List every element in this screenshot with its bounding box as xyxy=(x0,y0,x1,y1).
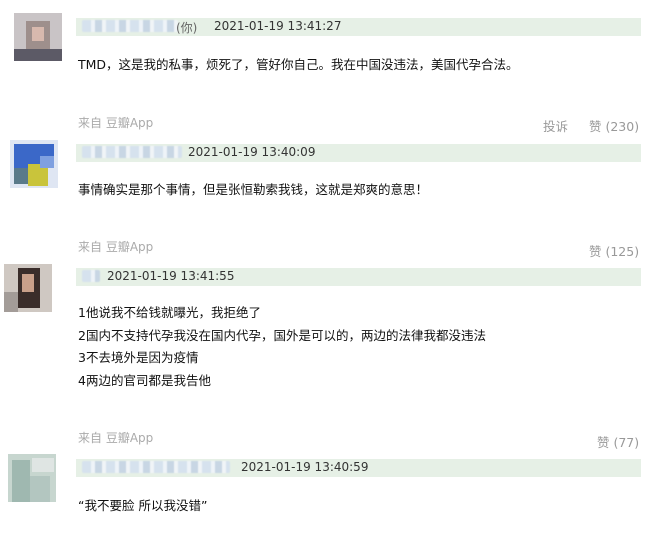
comment-source: 来自 豆瓣App xyxy=(78,116,154,130)
comment-text: “我不要脸 所以我没错” xyxy=(78,498,208,513)
comment-text-line: 1他说我不给钱就曝光，我拒绝了 xyxy=(78,305,261,320)
comment-text-line: 4两边的官司都是我告他 xyxy=(78,373,211,388)
username-blurred[interactable] xyxy=(82,20,178,32)
avatar[interactable] xyxy=(10,140,58,188)
comment-source: 来自 豆瓣App xyxy=(78,431,154,445)
comment-1: (你) 2021-01-19 13:41:27 TMD，这是我的私事，烦死了，管… xyxy=(0,0,645,134)
like-button[interactable]: 赞 (230) xyxy=(589,116,639,135)
username-blurred[interactable] xyxy=(82,270,100,282)
like-button[interactable]: 赞 (125) xyxy=(589,241,639,260)
like-button[interactable]: 赞 (77) xyxy=(597,432,639,451)
avatar[interactable] xyxy=(8,454,56,502)
comment-source: 来自 豆瓣App xyxy=(78,240,154,254)
avatar[interactable] xyxy=(14,13,62,61)
comment-time: 2021-01-19 13:40:59 xyxy=(241,460,369,474)
comment-time: 2021-01-19 13:41:55 xyxy=(107,269,235,283)
comment-text: 事情确实是那个事情，但是张恒勒索我钱，这就是郑爽的意思！ xyxy=(78,182,429,197)
comment-time: 2021-01-19 13:40:09 xyxy=(188,145,316,159)
report-button[interactable]: 投诉 xyxy=(543,116,568,135)
you-tag: (你) xyxy=(176,21,198,35)
comment-time: 2021-01-19 13:41:27 xyxy=(214,19,342,33)
comment-text-line: 3不去境外是因为疫情 xyxy=(78,350,199,365)
username-blurred[interactable] xyxy=(82,146,182,158)
comment-text: TMD，这是我的私事，烦死了，管好你自己。我在中国没违法，美国代孕合法。 xyxy=(78,57,519,72)
comment-text-line: 2国内不支持代孕我没在国内代孕，国外是可以的，两边的法律我都没违法 xyxy=(78,328,486,343)
avatar[interactable] xyxy=(4,264,52,312)
username-blurred[interactable] xyxy=(82,461,230,473)
